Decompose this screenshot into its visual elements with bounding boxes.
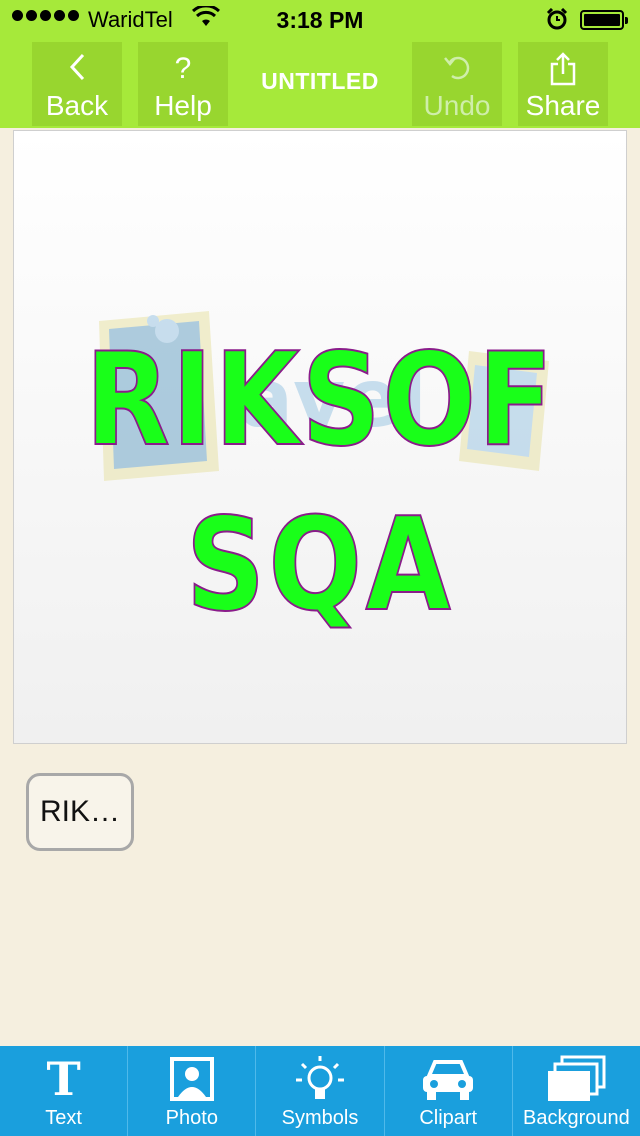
page-title: UNTITLED [261, 68, 379, 94]
bottom-toolbar: T Text Photo Symbols Clipart Background [0, 1046, 640, 1136]
design-text-line-1[interactable]: RIKSOF [57, 335, 583, 467]
status-bar: WaridTel 3:18 PM [0, 0, 640, 40]
design-text-line-2[interactable]: SQA [57, 500, 583, 632]
clipart-tool-label: Clipart [419, 1107, 478, 1129]
top-bar: WaridTel 3:18 PM Back ? Help UNTITLED Un… [0, 0, 640, 128]
chevron-left-icon [32, 52, 122, 90]
alarm-icon [546, 7, 568, 36]
background-tool-label: Background [523, 1107, 630, 1129]
status-time: 3:18 PM [276, 7, 364, 33]
share-icon [518, 52, 608, 90]
car-icon [385, 1054, 512, 1104]
help-label: Help [154, 90, 212, 121]
undo-icon [412, 52, 502, 90]
share-button[interactable]: Share [518, 42, 608, 126]
battery-icon [580, 10, 628, 30]
symbols-tool-button[interactable]: Symbols [255, 1046, 383, 1136]
symbols-tool-label: Symbols [281, 1107, 359, 1129]
text-layer-chip[interactable]: RIK… [26, 773, 134, 851]
back-button[interactable]: Back [32, 42, 122, 126]
photo-tool-button[interactable]: Photo [127, 1046, 255, 1136]
question-icon: ? [174, 52, 192, 85]
clipart-tool-button[interactable]: Clipart [383, 1046, 512, 1136]
photo-icon [128, 1054, 255, 1104]
text-icon: T [46, 1052, 81, 1106]
lightbulb-icon [256, 1054, 383, 1104]
layers-icon [513, 1054, 640, 1104]
text-tool-label: Text [45, 1107, 82, 1129]
undo-button[interactable]: Undo [412, 42, 502, 126]
text-tool-button[interactable]: T Text [0, 1046, 127, 1136]
back-label: Back [45, 90, 109, 121]
background-tool-button[interactable]: Background [511, 1046, 640, 1136]
design-canvas[interactable]: avel RIKSOF SQA [13, 130, 627, 744]
undo-label: Undo [423, 90, 491, 121]
help-button[interactable]: ? Help [138, 42, 228, 126]
photo-tool-label: Photo [165, 1107, 218, 1129]
share-label: Share [525, 90, 601, 121]
